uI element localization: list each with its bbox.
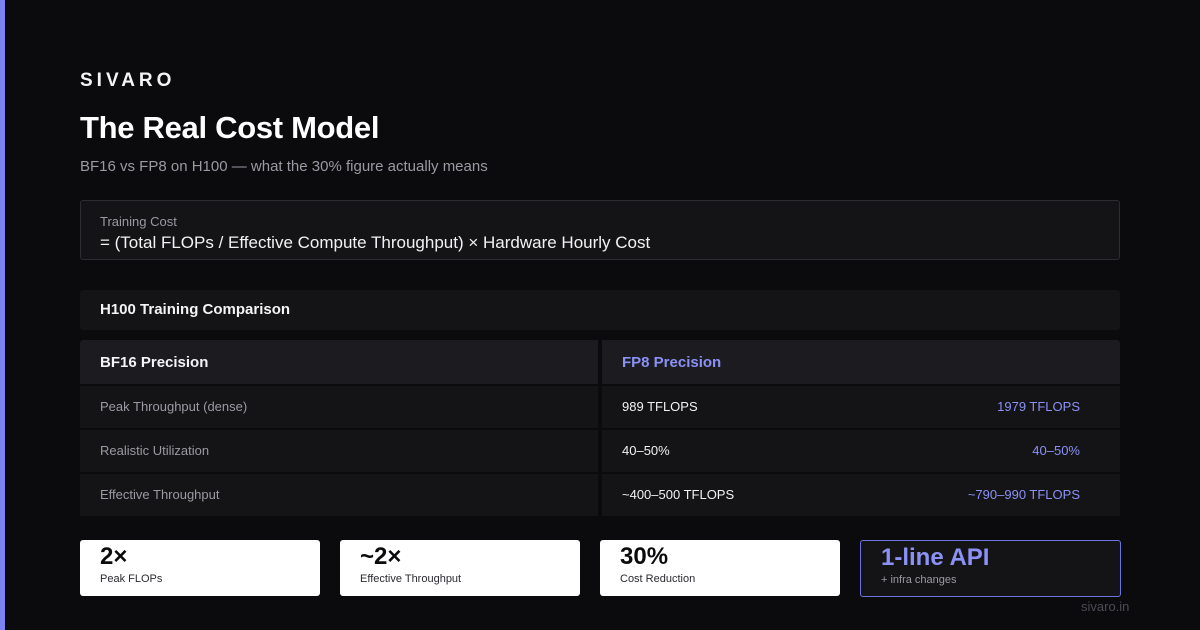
stat-label: Effective Throughput	[360, 573, 462, 585]
page-title: The Real Cost Model	[80, 110, 380, 145]
row-value-cell: 989 TFLOPS 1979 TFLOPS	[602, 386, 1120, 428]
bf16-value: 989 TFLOPS	[622, 399, 698, 414]
bf16-value: ~400–500 TFLOPS	[622, 487, 735, 502]
formula-box: Training Cost = (Total FLOPs / Effective…	[80, 200, 1120, 260]
formula-label: Training Cost	[100, 214, 177, 229]
column-header-fp8: FP8 Precision	[602, 340, 1120, 384]
stat-value: 30%	[620, 543, 669, 570]
stat-value: 2×	[100, 543, 128, 570]
stat-card-peak-flops: 2× Peak FLOPs	[80, 540, 320, 596]
stat-value: ~2×	[360, 543, 402, 570]
bf16-value: 40–50%	[622, 443, 670, 458]
stat-label: Cost Reduction	[620, 573, 696, 585]
table-row: Peak Throughput (dense) 989 TFLOPS 1979 …	[80, 386, 1120, 428]
row-value-cell: ~400–500 TFLOPS ~790–990 TFLOPS	[602, 474, 1120, 516]
comparison-title: H100 Training Comparison	[100, 301, 291, 318]
page-subtitle: BF16 vs FP8 on H100 — what the 30% figur…	[80, 158, 488, 175]
fp8-value: 1979 TFLOPS	[997, 399, 1080, 414]
footer-url: sivaro.in	[1081, 599, 1130, 614]
accent-bar	[0, 0, 5, 630]
column-header-bf16: BF16 Precision	[80, 340, 598, 384]
row-label-cell: Peak Throughput (dense)	[80, 386, 598, 428]
stat-card-api: 1-line API + infra changes	[860, 540, 1121, 597]
row-label-cell: Realistic Utilization	[80, 430, 598, 472]
row-label: Realistic Utilization	[100, 443, 210, 458]
fp8-value: ~790–990 TFLOPS	[967, 487, 1080, 502]
row-label-cell: Effective Throughput	[80, 474, 598, 516]
stat-label: + infra changes	[881, 574, 957, 586]
row-label: Effective Throughput	[100, 487, 220, 502]
column-header-bf16-label: BF16 Precision	[100, 354, 209, 371]
comparison-header: H100 Training Comparison	[80, 290, 1120, 330]
stat-label: Peak FLOPs	[100, 573, 163, 585]
brand-logo: SIVARO	[80, 70, 176, 91]
row-value-cell: 40–50% 40–50%	[602, 430, 1120, 472]
table-row: Effective Throughput ~400–500 TFLOPS ~79…	[80, 474, 1120, 516]
stat-card-effective-throughput: ~2× Effective Throughput	[340, 540, 580, 596]
stat-card-cost-reduction: 30% Cost Reduction	[600, 540, 840, 596]
formula-text: = (Total FLOPs / Effective Compute Throu…	[100, 233, 651, 252]
fp8-value: 40–50%	[1032, 443, 1080, 458]
table-row: Realistic Utilization 40–50% 40–50%	[80, 430, 1120, 472]
stat-value: 1-line API	[881, 544, 990, 571]
column-header-fp8-label: FP8 Precision	[622, 354, 722, 371]
row-label: Peak Throughput (dense)	[100, 399, 248, 414]
